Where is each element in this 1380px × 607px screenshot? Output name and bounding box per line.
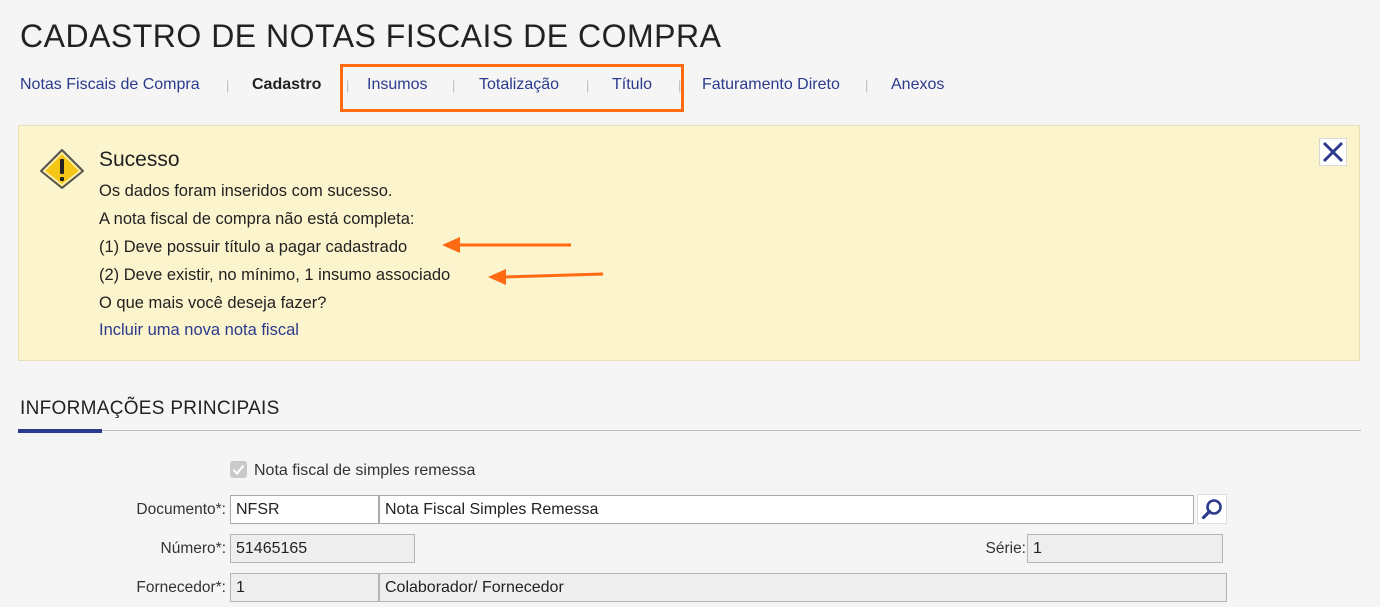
documento-description-input[interactable]: Nota Fiscal Simples Remessa: [379, 495, 1194, 524]
alert-title: Sucesso: [99, 148, 180, 171]
simples-remessa-label: Nota fiscal de simples remessa: [254, 462, 476, 479]
alert-message: Os dados foram inseridos com sucesso.: [99, 182, 393, 200]
close-icon: [1322, 141, 1344, 163]
page-title: CADASTRO DE NOTAS FISCAIS DE COMPRA: [20, 18, 722, 54]
fornecedor-name-input[interactable]: Colaborador/ Fornecedor: [379, 573, 1227, 602]
annotation-arrow: [442, 237, 571, 253]
section-divider: [18, 430, 1361, 431]
serie-input[interactable]: 1: [1027, 534, 1223, 563]
new-invoice-link[interactable]: Incluir uma nova nota fiscal: [99, 321, 299, 340]
tab-faturamento-direto[interactable]: Faturamento Direto: [702, 76, 840, 94]
success-alert: Sucesso Os dados foram inseridos com suc…: [18, 125, 1360, 361]
simples-remessa-checkbox[interactable]: [230, 461, 247, 478]
numero-input[interactable]: 51465165: [230, 534, 415, 563]
documento-code-input[interactable]: NFSR: [230, 495, 379, 524]
search-icon: [1201, 499, 1222, 520]
serie-label: Série:: [985, 540, 1027, 557]
section-divider-accent: [18, 429, 102, 433]
checkmark-icon: [232, 464, 245, 476]
warning-icon: [40, 149, 84, 189]
alert-message: O que mais você deseja fazer?: [99, 294, 327, 312]
tab-cadastro[interactable]: Cadastro: [252, 76, 321, 94]
fornecedor-label: Fornecedor*:: [136, 579, 226, 596]
annotation-highlight-box: [340, 64, 684, 112]
tab-separator: |: [226, 78, 230, 93]
documento-search-button[interactable]: [1197, 494, 1227, 524]
close-alert-button[interactable]: [1319, 138, 1347, 166]
tab-separator: |: [865, 78, 869, 93]
documento-label: Documento*:: [136, 501, 226, 518]
numero-label: Número*:: [160, 540, 226, 557]
alert-message: (1) Deve possuir título a pagar cadastra…: [99, 238, 408, 256]
tab-anexos[interactable]: Anexos: [891, 76, 944, 94]
fornecedor-code-input[interactable]: 1: [230, 573, 379, 602]
section-title: INFORMAÇÕES PRINCIPAIS: [20, 398, 280, 419]
alert-message: A nota fiscal de compra não está complet…: [99, 210, 415, 228]
annotation-arrow: [488, 269, 604, 285]
tab-notas-fiscais-de-compra[interactable]: Notas Fiscais de Compra: [20, 76, 200, 94]
alert-message: (2) Deve existir, no mínimo, 1 insumo as…: [99, 266, 451, 284]
